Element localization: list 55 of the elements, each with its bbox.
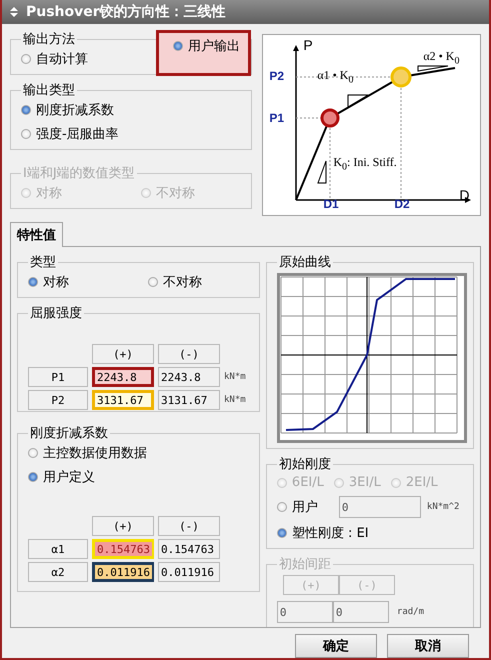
group-title: 屈服强度 (29, 305, 83, 322)
radio-button[interactable]: 用户定义 (28, 468, 249, 486)
diagram-label: P2 (269, 69, 284, 83)
diagram-label: α1 • K$_{0}$ (317, 68, 354, 86)
value-field[interactable]: 3131.67 (158, 390, 220, 410)
group-title: 初始刚度 (278, 456, 332, 473)
radio-button[interactable]: 用户输出 (156, 30, 251, 76)
group-title: I端和J端的数值类型 (22, 165, 136, 182)
sort-icon (10, 7, 18, 17)
radio-button[interactable]: 用户 (276, 498, 333, 516)
column-header: (+) (282, 575, 339, 595)
dialog-button[interactable]: 确定 (295, 634, 377, 658)
column-header: (-) (338, 575, 395, 595)
group-title: 类型 (29, 254, 57, 271)
column-header: (-) (158, 516, 220, 536)
column-header: (+) (92, 344, 154, 364)
group-title: 输出方法 (22, 31, 76, 48)
unit-label: kN*m (224, 395, 247, 405)
radio-button[interactable]: 对称 (28, 273, 148, 291)
radio-button[interactable]: 不对称 (148, 273, 202, 291)
radio-button[interactable]: 刚度折减系数 (21, 101, 242, 119)
diagram-label: α2 • K$_{0}$ (423, 49, 460, 66)
row-header: P2 (28, 390, 88, 410)
dialog-button[interactable]: 取消 (387, 634, 469, 658)
group-title: 输出类型 (22, 82, 76, 99)
unit-label: kN*m (224, 372, 247, 382)
stiffness-input[interactable]: 0 (338, 496, 421, 518)
radio-button[interactable]: 主控数据使用数据 (28, 444, 249, 462)
value-field[interactable]: 2243.8 (92, 367, 154, 387)
group-title: 初始间距 (278, 556, 332, 573)
row-header: α1 (28, 539, 88, 559)
unit-label: kN*m^2 (426, 502, 460, 512)
value-field[interactable]: 0.154763 (92, 539, 154, 559)
radio-button[interactable]: 自动计算 (21, 50, 156, 68)
column-header: (-) (158, 344, 220, 364)
radio-button[interactable]: 强度-屈服曲率 (21, 125, 242, 143)
value-field[interactable]: 2243.8 (158, 367, 220, 387)
value-field[interactable]: 3131.67 (92, 390, 154, 410)
diagram-label: P1 (269, 111, 284, 125)
value-field[interactable]: 0.011916 (158, 562, 220, 582)
diagram-label: K$_{0}$: Ini. Stiff. (333, 155, 397, 172)
group-title: 刚度折减系数 (29, 425, 109, 442)
row-header: P1 (28, 367, 88, 387)
diagram-label: D1 (323, 197, 339, 211)
row-header: α2 (28, 562, 88, 582)
diagram-label: P (303, 37, 313, 53)
diagram-label: D2 (394, 197, 410, 211)
group-title: 原始曲线 (278, 254, 332, 271)
tab[interactable]: 特性值 (10, 222, 63, 247)
value-field[interactable]: 0.154763 (158, 539, 220, 559)
radio-button[interactable]: 塑性刚度 : EI (276, 524, 463, 542)
column-header: (+) (92, 516, 154, 536)
value-field[interactable]: 0.011916 (92, 562, 154, 582)
unit-label: rad/m (396, 607, 424, 617)
window-title: Pushover铰的方向性：三线性 (26, 3, 226, 21)
